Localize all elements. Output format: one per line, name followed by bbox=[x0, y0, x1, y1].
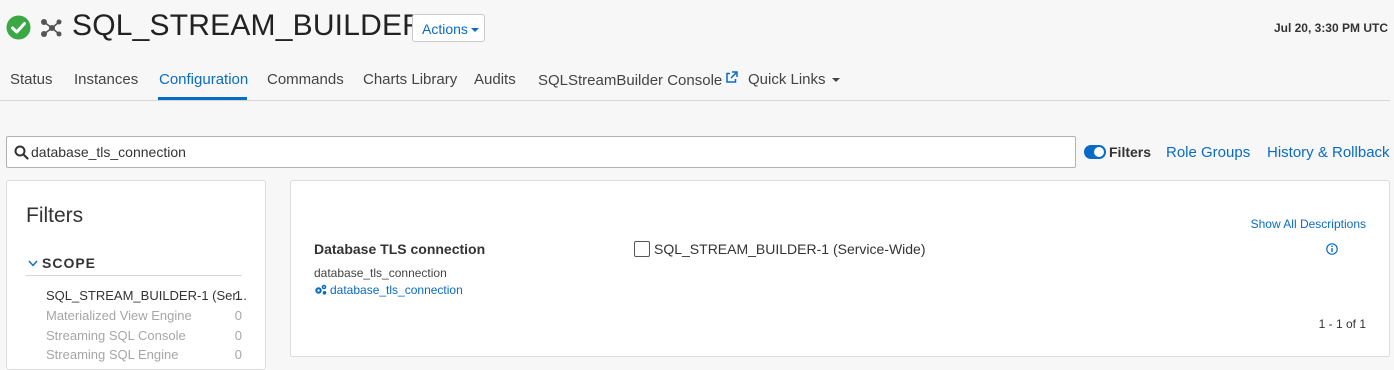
tab-sqlstreambuilder-console[interactable]: SQLStreamBuilder Console bbox=[538, 71, 739, 89]
search-icon bbox=[14, 145, 29, 160]
external-link-icon bbox=[726, 71, 739, 83]
property-link[interactable]: database_tls_connection bbox=[314, 283, 463, 297]
show-all-descriptions-link[interactable]: Show All Descriptions bbox=[1251, 217, 1366, 231]
tab-instances[interactable]: Instances bbox=[74, 71, 138, 88]
tab-audits[interactable]: Audits bbox=[474, 71, 516, 88]
property-name: database_tls_connection bbox=[314, 266, 447, 280]
info-icon[interactable] bbox=[1326, 243, 1338, 255]
filter-item-streaming-sql-console[interactable]: Streaming SQL Console 0 bbox=[46, 328, 242, 346]
history-rollback-link[interactable]: History & Rollback bbox=[1267, 144, 1390, 161]
caret-down-icon bbox=[470, 28, 479, 33]
caret-down-icon bbox=[831, 78, 840, 83]
filter-item-sql-stream-builder[interactable]: SQL_STREAM_BUILDER-1 (Ser... 1 bbox=[46, 288, 247, 306]
config-search-input[interactable]: database_tls_connection bbox=[6, 136, 1076, 168]
property-display-name: Database TLS connection bbox=[314, 241, 486, 257]
role-groups-link[interactable]: Role Groups bbox=[1166, 144, 1250, 161]
service-tabs: Status Instances Configuration Commands … bbox=[0, 62, 1390, 101]
tab-status[interactable]: Status bbox=[10, 71, 53, 88]
service-title: SQL_STREAM_BUILDER-1 bbox=[72, 9, 452, 42]
filter-item-streaming-sql-engine[interactable]: Streaming SQL Engine 0 bbox=[46, 347, 242, 365]
tab-sqlstreambuilder-console-label: SQLStreamBuilder Console bbox=[538, 72, 723, 89]
filter-item-count: 1 bbox=[234, 288, 242, 303]
tab-configuration[interactable]: Configuration bbox=[159, 71, 248, 88]
page-header: SQL_STREAM_BUILDER-1 Actions Jul 20, 3:3… bbox=[0, 0, 1394, 58]
filters-toggle[interactable] bbox=[1084, 145, 1106, 159]
filters-panel: Filters SCOPE SQL_STREAM_BUILDER-1 (Ser.… bbox=[6, 180, 266, 370]
filter-item-materialized-view-engine[interactable]: Materialized View Engine 0 bbox=[46, 308, 242, 326]
tab-quick-links-label: Quick Links bbox=[748, 71, 826, 88]
filter-item-label: SQL_STREAM_BUILDER-1 (Ser... bbox=[46, 288, 247, 303]
stream-nodes-icon bbox=[41, 19, 62, 37]
tab-commands[interactable]: Commands bbox=[267, 71, 344, 88]
scope-label: SCOPE bbox=[42, 255, 97, 271]
filter-item-count: 0 bbox=[234, 308, 242, 323]
filters-title: Filters bbox=[26, 204, 84, 227]
filter-item-label: Streaming SQL Console bbox=[46, 328, 186, 343]
property-link-label: database_tls_connection bbox=[330, 283, 463, 297]
config-results-panel: Show All Descriptions Database TLS conne… bbox=[290, 180, 1390, 357]
check-circle-icon bbox=[6, 15, 31, 40]
scope-section-header[interactable]: SCOPE bbox=[26, 255, 242, 276]
tab-charts-library[interactable]: Charts Library bbox=[363, 71, 457, 88]
filters-toggle-label[interactable]: Filters bbox=[1109, 144, 1151, 160]
service-wide-checkbox-label[interactable]: SQL_STREAM_BUILDER-1 (Service-Wide) bbox=[654, 241, 926, 257]
timestamp: Jul 20, 3:30 PM UTC bbox=[1273, 21, 1388, 35]
actions-button[interactable]: Actions bbox=[412, 14, 485, 42]
actions-label: Actions bbox=[422, 21, 468, 37]
tab-quick-links[interactable]: Quick Links bbox=[748, 71, 840, 88]
service-wide-checkbox[interactable] bbox=[634, 241, 650, 257]
gears-icon bbox=[315, 284, 327, 295]
active-tab-indicator bbox=[158, 97, 247, 100]
filter-item-label: Materialized View Engine bbox=[46, 308, 192, 323]
pagination-summary: 1 - 1 of 1 bbox=[1318, 317, 1366, 331]
chevron-down-icon bbox=[28, 260, 38, 267]
filter-item-count: 0 bbox=[234, 328, 242, 343]
search-value: database_tls_connection bbox=[31, 144, 186, 160]
